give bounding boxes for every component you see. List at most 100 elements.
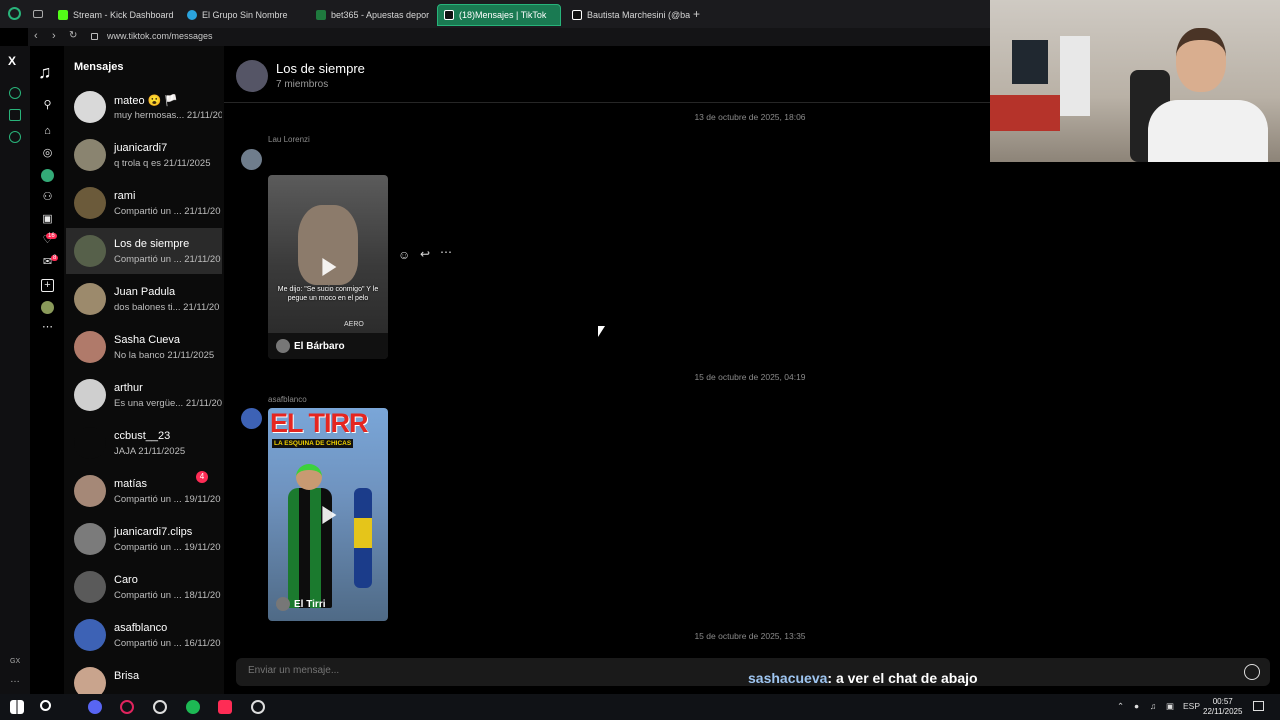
conversation-name: asafblanco	[114, 622, 168, 634]
conversation-item[interactable]: juanicardi7.clips Compartió un ... 19/11/…	[66, 516, 222, 562]
sender-avatar[interactable]	[241, 408, 262, 429]
upload-icon[interactable]: +	[41, 279, 54, 292]
conversation-item[interactable]: asafblanco Compartió un ... 16/11/20	[66, 612, 222, 658]
windows-taskbar: ⌃ ● ♫ ▣ ESP 00:57 22/11/2025	[0, 694, 1280, 720]
conversation-item[interactable]: Juan Padula dos balones ti... 21/11/20	[66, 276, 222, 322]
telegram-icon	[187, 10, 197, 20]
webcam-person-head	[1176, 28, 1226, 92]
tab-telegram-group[interactable]: El Grupo Sin Nombre	[181, 4, 305, 26]
search-icon[interactable]	[40, 700, 51, 711]
back-icon[interactable]: ‹	[34, 30, 38, 42]
network-icon[interactable]: ▣	[1166, 701, 1174, 712]
avatar	[74, 379, 106, 411]
lock-icon	[91, 33, 98, 40]
conversation-item[interactable]: matías Compartió un ... 19/11/20 4	[66, 468, 222, 514]
new-tab-button[interactable]: +	[693, 7, 700, 21]
conversation-preview: JAJA 21/11/2025	[114, 446, 186, 457]
member-count[interactable]: 7 miembros	[276, 79, 328, 90]
tiktok-live-icon[interactable]	[218, 700, 232, 714]
group-name[interactable]: Los de siempre	[276, 61, 365, 76]
conversation-name: matías	[114, 478, 148, 490]
avatar	[74, 187, 106, 219]
tab-bet365[interactable]: bet365 - Apuestas depor	[310, 4, 434, 26]
more-actions-icon[interactable]: ⋯	[440, 245, 452, 259]
conversation-item[interactable]: mateo 😮 🏳️‍ muy hermosas... 21/11/20	[66, 84, 222, 130]
tab-manager-icon[interactable]	[33, 10, 43, 18]
author-name: El Bárbaro	[294, 340, 345, 352]
tiktok-logo-icon[interactable]: ♫	[38, 62, 52, 83]
tray-chevron-icon[interactable]: ⌃	[1117, 701, 1124, 712]
player-icon[interactable]	[9, 109, 21, 121]
webcam-person	[1148, 100, 1268, 162]
message-sender: asafblanco	[268, 395, 307, 404]
play-icon[interactable]	[322, 505, 337, 524]
emoji-icon[interactable]	[1244, 664, 1260, 680]
conversation-item[interactable]: Los de siempre Compartió un ... 21/11/20	[66, 228, 222, 274]
tab-kick-dashboard[interactable]: Stream - Kick Dashboard	[52, 4, 176, 26]
microphone-icon[interactable]: ●	[1134, 701, 1139, 711]
conversation-item[interactable]: juanicardi7 q trola q es 21/11/2025	[66, 132, 222, 178]
history-icon[interactable]	[9, 87, 21, 99]
video-author[interactable]: El Bárbaro	[276, 339, 345, 353]
conversation-item[interactable]: Caro Compartió un ... 18/11/20	[66, 564, 222, 610]
obs-icon[interactable]	[153, 700, 167, 714]
more-icon[interactable]: …	[10, 674, 20, 685]
conversation-item[interactable]: Sasha Cueva No la banco 21/11/2025	[66, 324, 222, 370]
notifications-icon[interactable]	[1253, 701, 1264, 711]
play-icon[interactable]	[322, 258, 337, 276]
reply-icon[interactable]: ↩	[420, 247, 430, 261]
tab-tiktok-messages[interactable]: (18)Mensajes | TikTok	[437, 4, 561, 26]
shared-video-card[interactable]: Me dijo: "Se sucio conmigo" Y le pegue u…	[268, 175, 388, 359]
home-icon[interactable]: ⌂	[41, 125, 54, 138]
explore-icon[interactable]: ◎	[41, 147, 54, 160]
settings-icon[interactable]	[9, 131, 21, 143]
conversation-preview: Compartió un ... 19/11/20	[114, 542, 221, 553]
conversation-item[interactable]: ccbust__23 JAJA 21/11/2025	[66, 420, 222, 466]
tab-label: bet365 - Apuestas depor	[331, 10, 430, 20]
conversation-preview: muy hermosas... 21/11/20	[114, 110, 222, 121]
url-input[interactable]: www.tiktok.com/messages	[107, 31, 213, 41]
discord-icon[interactable]	[88, 700, 102, 714]
windows-start-icon[interactable]	[10, 700, 24, 714]
forward-icon[interactable]: ›	[52, 30, 56, 42]
search-icon[interactable]: ⚲	[41, 99, 54, 112]
sender-avatar[interactable]	[241, 149, 262, 170]
tiktok-icon	[572, 10, 582, 20]
react-icon[interactable]: ☺	[398, 248, 410, 262]
conversation-preview: No la banco 21/11/2025	[114, 350, 215, 361]
x-twitter-icon[interactable]: X	[8, 54, 16, 68]
clock[interactable]: 00:57 22/11/2025	[1203, 697, 1242, 717]
video-badge: AERO	[344, 321, 364, 328]
conversation-item[interactable]: arthur Es una vergüe... 21/11/20	[66, 372, 222, 418]
conversation-list: Mensajes mateo 😮 🏳️‍ muy hermosas... 21/1…	[64, 46, 224, 694]
notifications-badge: 16	[46, 233, 57, 239]
opera-logo-icon[interactable]	[8, 7, 21, 20]
tab-tiktok-profile[interactable]: Bautista Marchesini (@ba	[566, 4, 690, 26]
opera-gx-icon[interactable]	[120, 700, 134, 714]
steam-icon[interactable]	[251, 700, 265, 714]
conversation-name: juanicardi7	[114, 142, 168, 154]
reload-icon[interactable]: ↻	[69, 30, 77, 41]
volume-icon[interactable]: ♫	[1150, 701, 1156, 711]
following-avatar-icon[interactable]	[41, 169, 54, 182]
friends-icon[interactable]: ⚇	[41, 191, 54, 204]
shared-video-card[interactable]: EL TIRR LA ESQUINA DE CHICAS El Tirri	[268, 408, 388, 621]
profile-avatar-icon[interactable]	[41, 301, 54, 314]
video-author[interactable]: El Tirri	[276, 597, 326, 611]
avatar	[74, 619, 106, 651]
video-subtitle: LA ESQUINA DE CHICAS	[272, 439, 354, 448]
conversation-item[interactable]: rami Compartió un ... 21/11/20	[66, 180, 222, 226]
more-options-icon[interactable]: ⋯	[41, 321, 54, 334]
author-name: El Tirri	[294, 598, 326, 610]
spotify-icon[interactable]	[186, 700, 200, 714]
conversation-item[interactable]: Brisa	[66, 660, 222, 694]
gx-label: GX	[10, 658, 21, 665]
group-avatar[interactable]	[236, 60, 268, 92]
messages-badge: 8	[51, 255, 59, 261]
conversation-name: Los de siempre	[114, 238, 190, 250]
live-icon[interactable]: ▣	[41, 213, 54, 226]
language-indicator[interactable]: ESP	[1183, 701, 1200, 711]
avatar	[74, 427, 106, 459]
date-separator: 13 de octubre de 2025, 18:06	[694, 112, 806, 122]
author-avatar	[276, 597, 290, 611]
